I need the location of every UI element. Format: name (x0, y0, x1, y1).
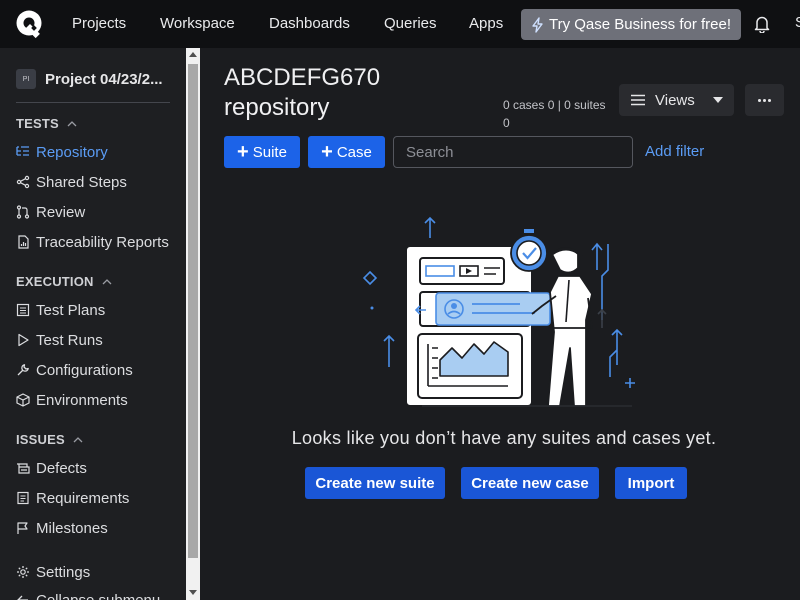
sidebar-item-test-runs[interactable]: Test Runs (16, 330, 103, 350)
sidebar-item-shared-steps[interactable]: Shared Steps (16, 172, 127, 192)
search-input[interactable] (393, 136, 633, 168)
try-business-label: Try Qase Business for free! (549, 16, 732, 33)
caret-down-icon (712, 97, 723, 103)
sidebar-item-configurations[interactable]: Configurations (16, 360, 133, 380)
dot (763, 98, 766, 102)
wrench-icon (17, 364, 29, 376)
dot (768, 98, 771, 102)
plus-icon: + (321, 141, 333, 163)
sidebar-item-label: Test Plans (36, 301, 106, 319)
sidebar-item-environments[interactable]: Environments (16, 390, 128, 410)
sidebar-item-test-plans[interactable]: Test Plans (16, 300, 105, 320)
git-pull-request-icon (16, 205, 30, 219)
sidebar-item-defects[interactable]: Defects (16, 458, 87, 478)
scrollbar-thumb[interactable] (188, 64, 198, 558)
empty-state-message: Looks like you don’t have any suites and… (291, 428, 717, 448)
document-icon (17, 491, 29, 505)
play-icon (18, 333, 29, 347)
sidebar-item-label: Repository (36, 143, 108, 161)
report-icon (18, 235, 29, 249)
project-avatar: PI (16, 69, 36, 89)
share-icon (16, 175, 30, 189)
nav-edge-item[interactable]: S (795, 14, 800, 31)
sidebar-item-label: Milestones (36, 519, 108, 537)
sidebar-item-label: Review (36, 203, 86, 221)
more-options-button[interactable] (745, 84, 784, 116)
cube-icon (16, 393, 30, 407)
dot (758, 98, 761, 102)
section-tests-header[interactable]: TESTS (16, 116, 77, 131)
chevron-up-icon (73, 436, 83, 442)
bug-icon (17, 463, 30, 474)
scroll-down-arrow[interactable] (189, 590, 197, 595)
add-case-button[interactable]: + Case (308, 136, 385, 168)
sidebar-item-traceability-reports[interactable]: Traceability Reports (16, 232, 169, 252)
qase-logo[interactable] (14, 8, 46, 40)
case-suite-counts: 0 cases 0 | 0 suites 0 (503, 98, 606, 130)
sidebar-item-label: Settings (36, 563, 91, 581)
views-label: Views (655, 91, 695, 109)
try-business-button[interactable]: Try Qase Business for free! (521, 9, 741, 40)
flag-icon (17, 522, 28, 534)
sidebar-item-label: Collapse submenu (36, 591, 161, 600)
views-dropdown[interactable]: Views (619, 84, 734, 116)
nav-apps[interactable]: Apps (469, 15, 503, 33)
section-execution-label: EXECUTION (16, 274, 94, 289)
create-new-case-button[interactable]: Create new case (461, 467, 599, 499)
sidebar-item-requirements[interactable]: Requirements (16, 488, 129, 508)
section-issues-label: ISSUES (16, 432, 65, 447)
nav-projects[interactable]: Projects (72, 15, 126, 33)
section-issues-header[interactable]: ISSUES (16, 432, 83, 447)
section-execution-header[interactable]: EXECUTION (16, 274, 112, 289)
sidebar-item-label: Traceability Reports (36, 233, 169, 251)
project-name: Project 04/23/2... (45, 70, 163, 88)
empty-state-illustration (362, 216, 635, 407)
add-case-label: Case (336, 143, 372, 161)
plus-icon: + (237, 141, 249, 163)
sidebar-item-milestones[interactable]: Milestones (16, 518, 108, 538)
divider (16, 102, 170, 103)
nav-workspace[interactable]: Workspace (160, 15, 235, 33)
menu-icon (631, 94, 645, 106)
list-tree-icon (16, 146, 29, 156)
gear-icon (17, 566, 29, 578)
import-button[interactable]: Import (615, 467, 687, 499)
bell-icon[interactable] (754, 15, 770, 33)
sidebar-item-label: Defects (36, 459, 87, 477)
sidebar-item-settings[interactable]: Settings (16, 562, 90, 582)
sidebar-item-label: Environments (36, 391, 128, 409)
page-title: ABCDEFG670 repository (224, 64, 381, 121)
nav-dashboards[interactable]: Dashboards (269, 15, 350, 33)
sidebar: PI Project 04/23/2... TESTS Repository S… (0, 48, 186, 600)
sidebar-item-repository[interactable]: Repository (16, 142, 108, 162)
top-navigation: Projects Workspace Dashboards Queries Ap… (0, 0, 800, 48)
add-filter-link[interactable]: Add filter (645, 143, 704, 160)
arrow-left-icon (17, 595, 28, 600)
list-icon (16, 303, 30, 317)
sidebar-item-label: Requirements (36, 489, 130, 507)
sidebar-item-label: Test Runs (36, 331, 103, 349)
section-tests-label: TESTS (16, 116, 59, 131)
chevron-up-icon (67, 120, 77, 126)
add-suite-label: Suite (252, 143, 287, 161)
sidebar-item-label: Configurations (36, 361, 133, 379)
chevron-up-icon (102, 278, 112, 284)
lightning-icon (532, 16, 543, 33)
create-new-suite-button[interactable]: Create new suite (305, 467, 445, 499)
project-selector[interactable]: PI Project 04/23/2... (16, 68, 176, 90)
sidebar-item-label: Shared Steps (36, 173, 127, 191)
nav-queries[interactable]: Queries (384, 15, 437, 33)
sidebar-item-review[interactable]: Review (16, 202, 85, 222)
add-suite-button[interactable]: + Suite (224, 136, 300, 168)
collapse-submenu-button[interactable]: Collapse submenu (16, 590, 160, 600)
scroll-up-arrow[interactable] (189, 52, 197, 57)
